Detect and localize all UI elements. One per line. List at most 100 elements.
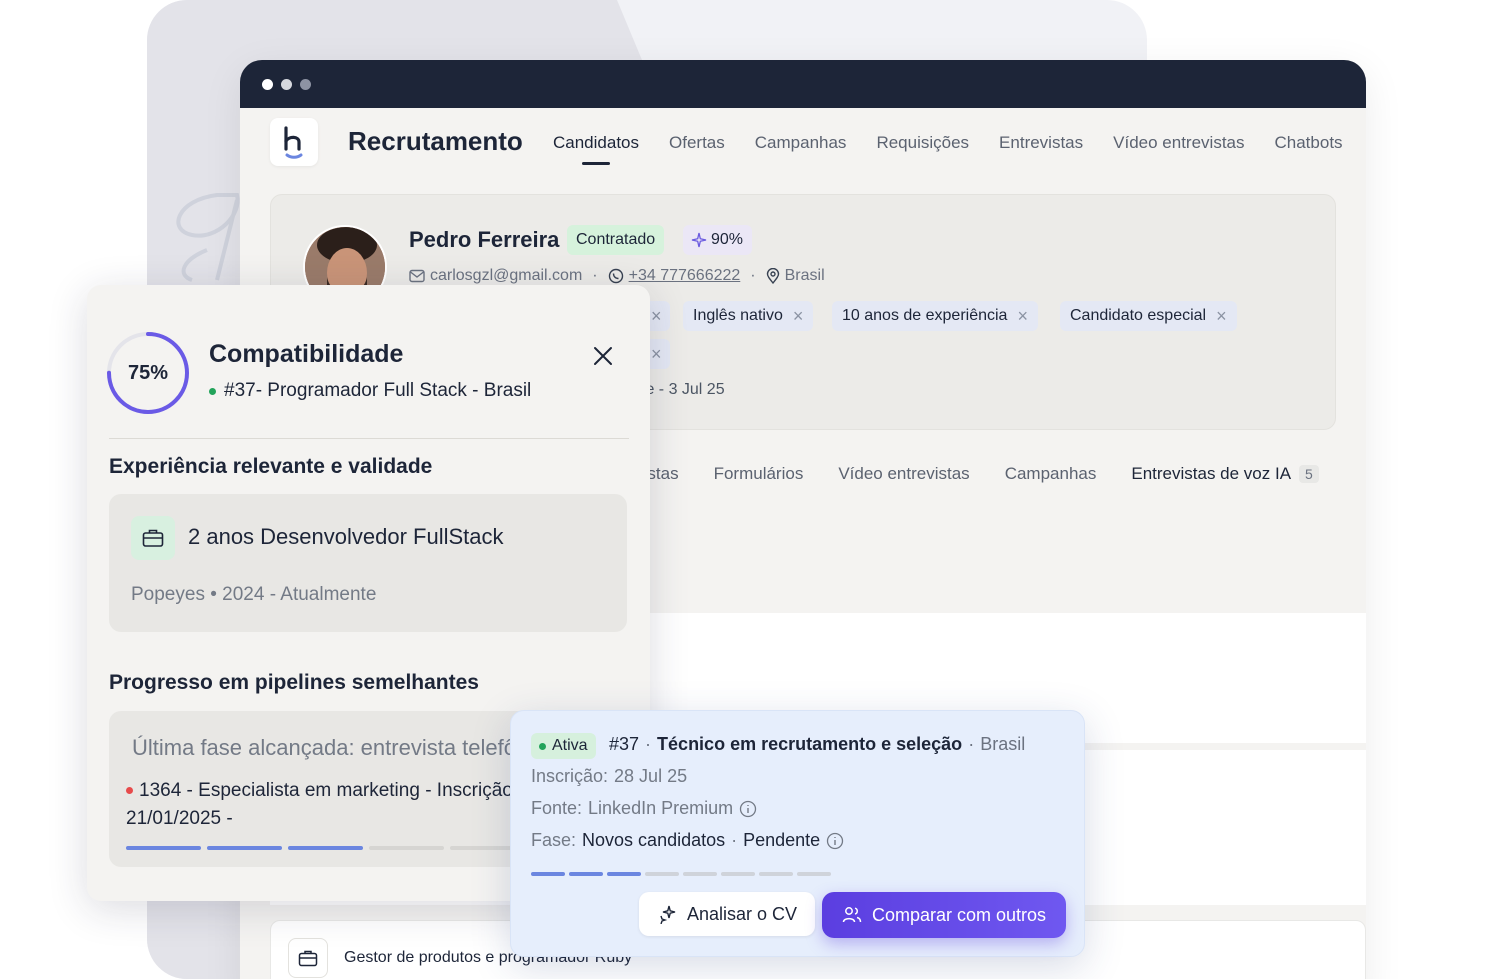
candidate-name: Pedro Ferreira [409,227,560,252]
progress-segment [531,872,565,876]
job-id: #37 [609,734,640,754]
tag-remove-icon[interactable]: × [651,339,662,369]
nav-chatbots[interactable]: Chatbots [1275,133,1343,153]
tag-remove-icon[interactable]: × [1017,301,1028,331]
status-badge: Ativa [531,733,596,759]
info-icon[interactable] [739,800,757,818]
tab-video-entrevistas[interactable]: Vídeo entrevistas [838,464,969,484]
panel-subtitle: #37- Programador Full Stack - Brasil [209,380,531,402]
candidate-email[interactable]: carlosgzl@gmail.com [430,267,582,285]
section-heading: Experiência relevante e validade [109,455,433,478]
tag-experiencia: 10 anos de experiência × [832,301,1038,331]
tag-label: Candidato especial [1070,307,1207,324]
tag-remove-icon[interactable]: × [651,301,662,331]
job-label: #37- Programador Full Stack - Brasil [224,380,532,401]
candidate-country: Brasil [784,267,825,284]
logo-icon [284,126,303,159]
experience-card: 2 anos Desenvolvedor FullStack Popeyes •… [109,494,627,632]
candidate-phone[interactable]: +34 777666222 [629,267,741,285]
application-card: Ativa #37 · Técnico em recrutamento e se… [510,710,1085,957]
window-dot [262,78,273,90]
field-value: 28 Jul 25 [614,766,688,786]
separator: · [731,830,738,850]
tab-count-badge: 5 [1299,465,1319,483]
tag-ingles: Inglês nativo × [683,301,814,331]
fonte-field: Fonte: LinkedIn Premium [531,798,757,819]
tag-candidato-especial: Candidato especial × [1060,301,1237,331]
pipeline-entry-text: 1364 - Especialista em marketing - Inscr… [126,780,519,829]
compare-button[interactable]: Comparar com outros [822,892,1066,938]
job-title[interactable]: Técnico em recrutamento e seleção [657,734,962,755]
users-icon [842,907,862,923]
progress-segment [607,872,641,876]
progress-segment [369,846,444,850]
sparkle-icon [691,232,707,248]
nav-campanhas[interactable]: Campanhas [755,133,847,153]
nav-entrevistas[interactable]: Entrevistas [999,133,1083,153]
progress-segment [288,846,363,850]
app-logo[interactable] [270,118,318,166]
nav-ofertas[interactable]: Ofertas [669,133,725,153]
progress-segment [126,846,201,850]
briefcase-icon [288,938,328,978]
separator: · [750,267,756,284]
analyze-cv-button[interactable]: Analisar o CV [639,892,815,936]
main-nav: Candidatos Ofertas Campanhas Requisições… [553,133,1366,165]
progress-segment [683,872,717,876]
info-icon[interactable] [826,832,844,850]
panel-title: Compatibilidade [209,340,404,368]
progress-segment [569,872,603,876]
app-title: Recrutamento [348,126,523,156]
field-value: Novos candidatos [582,830,726,850]
inscricao-field: Inscrição: 28 Jul 25 [531,766,687,787]
experience-company: Popeyes [131,584,205,605]
fase-field: Fase: Novos candidatos · Pendente [531,830,844,851]
experience-title: 2 anos Desenvolvedor FullStack [188,524,504,549]
app-header: Recrutamento Candidatos Ofertas Campanha… [240,116,1366,178]
status-dot [126,787,133,795]
tag-label: Inglês nativo [693,307,783,324]
button-label: Comparar com outros [871,904,1047,925]
tag-label: 10 anos de experiência [842,307,1008,324]
score-badge: 90% [683,225,753,255]
tab-campanhas[interactable]: Campanhas [1005,464,1097,484]
nav-video-entrevistas[interactable]: Vídeo entrevistas [1113,133,1244,153]
briefcase-icon [131,516,175,560]
field-label: Inscrição: [531,766,609,786]
button-label: Analisar o CV [686,903,798,924]
job-country: Brasil [980,734,1026,754]
progress-segment [759,872,793,876]
candidate-date: te - 3 Jul 25 [641,381,725,398]
separator: · [592,267,598,284]
separator: · [645,734,652,754]
sparkle-icon [660,905,676,924]
field-label: Fase: [531,830,577,850]
status-dot [539,742,546,750]
phase-state: Pendente [743,830,821,850]
tab-formularios[interactable]: Formulários [714,464,804,484]
progress-segment [207,846,282,850]
nav-requisicoes[interactable]: Requisições [876,133,969,153]
score-value: 90% [711,231,744,248]
job-line: #37 · Técnico em recrutamento e seleção … [609,734,1025,755]
progress-segment [797,872,831,876]
contact-row: carlosgzl@gmail.com · +34 777666222 · Br… [409,267,825,285]
application-progress [531,872,831,876]
divider [109,438,629,439]
progress-segment [721,872,755,876]
window-dot [300,78,311,90]
field-value: LinkedIn Premium [588,798,734,818]
progress-segment [645,872,679,876]
candidate-tabs: revistas Formulários Vídeo entrevistas C… [620,464,1354,484]
window-titlebar [240,60,1366,108]
section-heading: Progresso em pipelines semelhantes [109,671,479,694]
close-icon[interactable] [590,343,616,369]
tag-remove-icon[interactable]: × [1216,301,1227,331]
tab-entrevistas-voz-ia[interactable]: Entrevistas de voz IA 5 [1131,464,1319,484]
location-pin-icon [766,268,779,284]
status-label: Ativa [552,737,588,754]
tag-remove-icon[interactable]: × [793,301,804,331]
window-dot [281,78,292,90]
whatsapp-icon [608,268,623,284]
nav-candidatos[interactable]: Candidatos [553,133,639,165]
